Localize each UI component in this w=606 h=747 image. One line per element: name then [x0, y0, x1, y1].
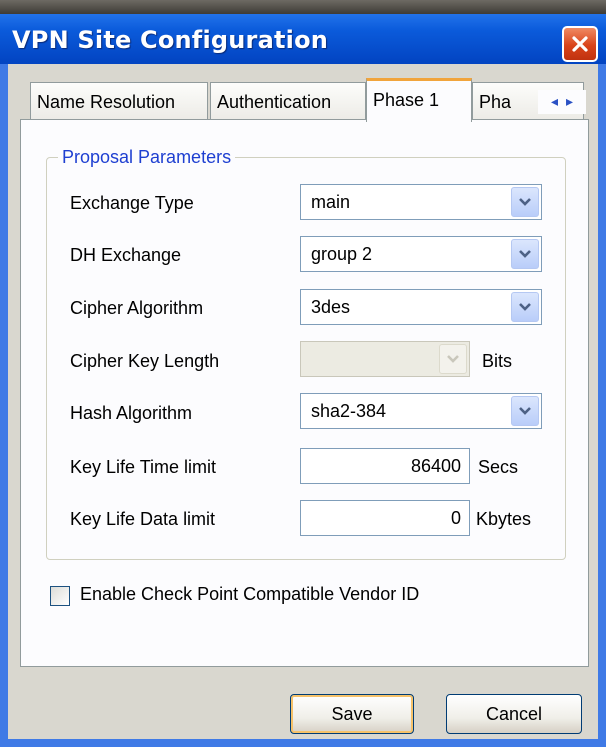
- chevron-down-icon[interactable]: [511, 239, 539, 269]
- dh-exchange-select[interactable]: group 2: [300, 236, 542, 272]
- tab-authentication[interactable]: Authentication: [210, 82, 366, 120]
- key-life-data-unit: Kbytes: [476, 509, 532, 529]
- key-life-data-input[interactable]: 0: [300, 500, 470, 536]
- hash-algorithm-label: Hash Algorithm: [70, 403, 193, 423]
- dh-exchange-label: DH Exchange: [70, 245, 182, 265]
- cancel-button[interactable]: Cancel: [446, 694, 582, 734]
- cipher-key-length-select: [300, 341, 470, 377]
- cipher-key-length-label: Cipher Key Length: [70, 351, 220, 371]
- chevron-down-icon: [439, 344, 467, 374]
- scroll-right-icon[interactable]: ▸: [566, 94, 573, 110]
- close-button[interactable]: [562, 26, 598, 62]
- dh-exchange-value: group 2: [311, 244, 373, 264]
- vendor-id-checkbox[interactable]: [50, 586, 70, 606]
- scroll-left-icon[interactable]: ◂: [551, 94, 558, 110]
- key-life-time-input[interactable]: 86400: [300, 448, 470, 484]
- chevron-down-icon[interactable]: [511, 187, 539, 217]
- tab-phase-1[interactable]: Phase 1: [366, 78, 472, 122]
- cipher-key-length-unit: Bits: [482, 351, 513, 371]
- cipher-algorithm-value: 3des: [311, 297, 351, 317]
- window-title: VPN Site Configuration: [12, 26, 329, 54]
- exchange-type-value: main: [311, 192, 351, 212]
- tab-scroll-buttons: ◂ ▸: [538, 90, 586, 114]
- chevron-down-icon[interactable]: [511, 292, 539, 322]
- key-life-time-label: Key Life Time limit: [70, 457, 217, 477]
- background-strip: [0, 0, 606, 14]
- tab-name-resolution[interactable]: Name Resolution: [30, 82, 208, 120]
- exchange-type-label: Exchange Type: [70, 193, 194, 213]
- vendor-id-checkbox-label[interactable]: Enable Check Point Compatible Vendor ID: [80, 584, 419, 605]
- key-life-data-label: Key Life Data limit: [70, 509, 216, 529]
- key-life-time-unit: Secs: [478, 457, 519, 477]
- hash-algorithm-select[interactable]: sha2-384: [300, 393, 542, 429]
- cipher-algorithm-label: Cipher Algorithm: [70, 298, 204, 318]
- chevron-down-icon[interactable]: [511, 396, 539, 426]
- hash-algorithm-value: sha2-384: [311, 401, 387, 421]
- close-icon: [572, 36, 588, 52]
- exchange-type-select[interactable]: main: [300, 184, 542, 220]
- save-button[interactable]: Save: [290, 694, 414, 734]
- cipher-algorithm-select[interactable]: 3des: [300, 289, 542, 325]
- group-title: Proposal Parameters: [58, 147, 236, 168]
